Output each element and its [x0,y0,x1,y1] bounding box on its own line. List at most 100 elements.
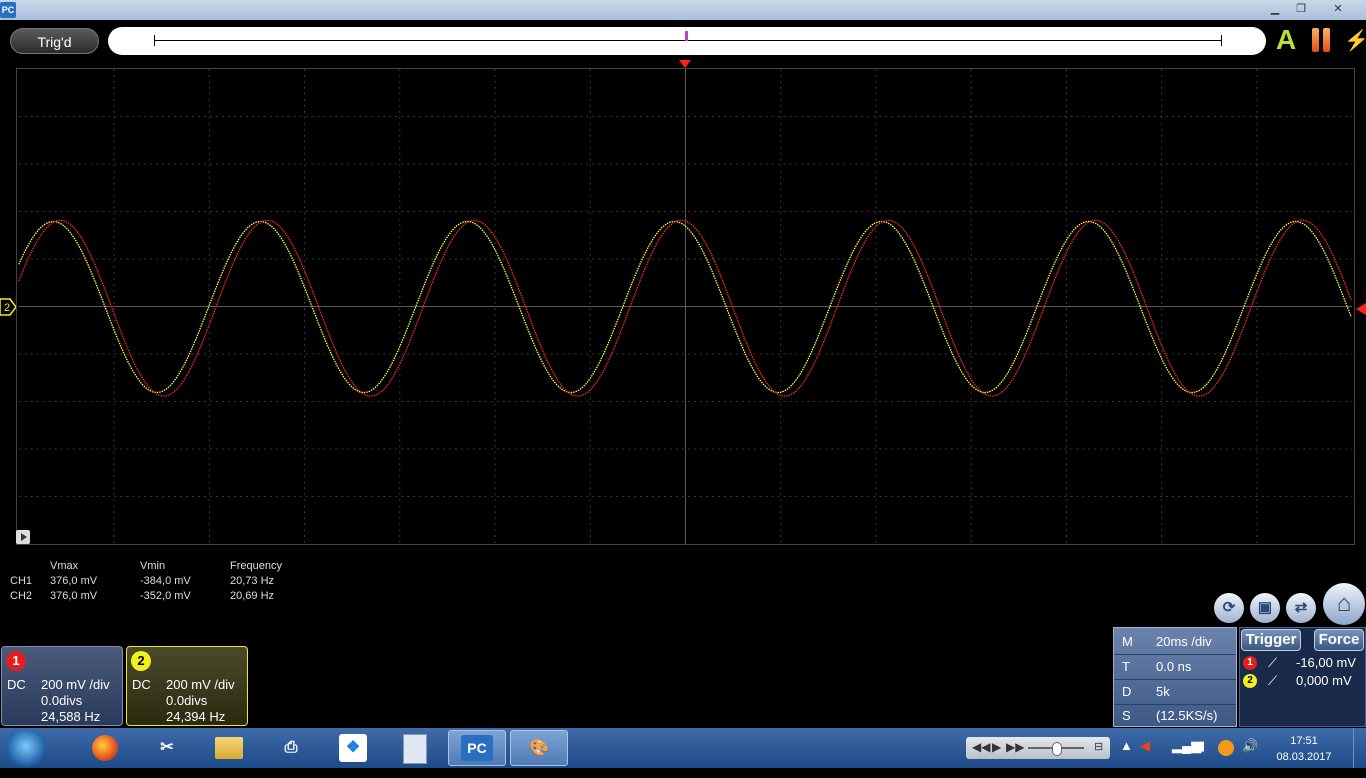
trigger-ch1-level: -16,00 mV [1296,655,1356,670]
table-row: CH2 376,0 mV -352,0 mV 20,69 Hz [10,590,320,605]
meas-vmax: 376,0 mV [50,590,98,602]
svg-text:2: 2 [4,302,10,314]
tray-expand-icon[interactable]: ▲ [1120,738,1133,753]
app-tray-icon[interactable] [1218,740,1234,756]
start-button[interactable] [6,729,46,767]
ch2-offset: 0.0divs [166,693,208,708]
trigger-ch2-badge: 2 [1243,674,1257,688]
timebase-t-row[interactable]: T 0.0 ns [1114,655,1236,680]
trigger-ch1-badge: 1 [1243,656,1257,670]
rising-edge-icon: ⟋ [1268,673,1278,688]
meas-header-vmax: Vmax [50,560,79,572]
network-icon[interactable]: ▂▄▆ [1172,738,1201,754]
refresh-icon[interactable]: ⟳ [1214,593,1244,623]
meas-vmax: 376,0 mV [50,575,98,587]
minimize-button[interactable]: ▁ [1262,1,1288,17]
rewind-icon[interactable]: ◀◀ [972,740,990,754]
timebase-m-value: 20ms /div [1156,634,1212,649]
trigger-position-marker[interactable] [679,60,691,68]
timeline-track [154,40,1222,41]
volume-icon[interactable]: 🔊 [1242,738,1258,754]
battery-icon[interactable]: ▮ [1198,738,1205,754]
play-icon[interactable]: ▶ [992,740,1001,754]
trigger-row-ch1[interactable]: 1 ⟋ -16,00 mV [1242,655,1364,673]
ch2-settings-box[interactable]: 2 DC 200 mV /div 0.0divs 24,394 Hz [126,646,248,726]
timebase-s-value: (12.5KS/s) [1156,708,1218,723]
play-icon [21,533,27,541]
auto-button[interactable]: A [1276,26,1296,54]
media-controls[interactable]: ◀◀ ▶ ▶▶ ⊟ [966,737,1110,759]
pause-icon-bar [1323,28,1330,52]
expand-icon[interactable]: ⊟ [1094,740,1103,753]
ch1-settings-box[interactable]: 1 DC 200 mV /div 0.0divs 24,588 Hz [1,646,123,726]
force-button[interactable]: Force [1314,629,1364,651]
timeline-start-cap [154,35,155,46]
meas-frequency: 20,73 Hz [230,575,275,587]
scope-grid [18,69,1353,544]
meas-channel: CH1 [10,575,33,587]
ch2-coupling: DC [132,677,151,692]
timebase-d-row[interactable]: D 5k [1114,680,1236,705]
pause-icon [1312,28,1319,52]
timebase-m-row[interactable]: M 20ms /div [1114,630,1236,655]
file-explorer-icon[interactable] [200,730,258,766]
timeline-position-marker[interactable] [685,31,688,41]
trigger-row-ch2[interactable]: 2 ⟋ 0,000 mV [1242,673,1364,691]
ch2-scale: 200 mV /div [166,677,235,692]
meas-channel: CH2 [10,590,33,602]
firefox-icon[interactable] [76,730,134,766]
calculator-icon[interactable] [386,730,444,766]
meas-header-vmin: Vmin [140,560,166,572]
ch2-offset-marker[interactable]: 2 [0,298,16,316]
timebase-t-label: T [1122,659,1130,674]
volume-slider-thumb[interactable] [1052,742,1062,756]
pause-button[interactable] [1310,28,1332,52]
meas-header-frequency: Frequency [230,560,282,572]
trigger-level-marker[interactable] [1356,303,1366,315]
timeline-end-cap [1221,35,1222,46]
table-row: CH1 376,0 mV -384,0 mV 20,73 Hz [10,575,320,590]
timebase-d-value: 5k [1156,684,1170,699]
measurements-table: Vmax Vmin Frequency CH1 376,0 mV -384,0 … [10,560,320,605]
save-icon[interactable]: ▣ [1250,593,1280,623]
timebase-panel[interactable]: M 20ms /div T 0.0 ns D 5k S (12.5KS/s) [1113,627,1237,727]
meas-vmin: -352,0 mV [140,590,191,602]
restore-button[interactable]: ❐ [1288,1,1314,17]
title-bar [0,0,1366,20]
lightning-icon[interactable]: ⚡ [1344,28,1366,53]
paint-icon[interactable]: 🎨 [510,730,568,766]
taskbar-app-pc[interactable]: PC [448,730,506,766]
play-small-button[interactable] [16,530,30,544]
meas-vmin: -384,0 mV [140,575,191,587]
clock-date: 08.03.2017 [1276,751,1332,763]
display-settings-icon[interactable]: ⇄ [1286,593,1316,623]
home-icon[interactable]: ⌂ [1323,583,1365,625]
rising-edge-icon: ⟋ [1268,655,1278,670]
forward-icon[interactable]: ▶▶ [1006,740,1024,754]
ch2-frequency: 24,394 Hz [166,709,226,724]
timebase-d-label: D [1122,684,1132,699]
clock[interactable]: 17:51 08.03.2017 [1262,733,1346,765]
dropbox-icon[interactable]: ❖ [324,730,382,766]
printer-icon[interactable]: ⎙ [262,730,320,766]
close-button[interactable]: ✕ [1314,1,1362,17]
scope-screen[interactable] [16,68,1355,545]
trigger-ch2-level: 0,000 mV [1296,673,1352,688]
app-icon[interactable]: PC [0,2,16,18]
meas-frequency: 20,69 Hz [230,590,275,602]
clock-time: 17:51 [1290,735,1318,747]
trigger-status: Trig'd [10,28,99,54]
timebase-s-row[interactable]: S (12.5KS/s) [1114,704,1236,728]
show-desktop-button[interactable] [1353,728,1366,768]
ch1-scale: 200 mV /div [41,677,110,692]
timebase-m-label: M [1122,634,1133,649]
ch2-number-badge: 2 [131,651,151,671]
ch1-number-badge: 1 [6,651,26,671]
speaker-muted-icon[interactable]: ◀ [1140,738,1150,754]
paint-tool-icon[interactable]: ✂ [138,730,196,766]
ch1-offset: 0.0divs [41,693,83,708]
trigger-button[interactable]: Trigger [1241,629,1301,651]
ch1-coupling: DC [7,677,26,692]
timebase-s-label: S [1122,708,1131,723]
ch1-frequency: 24,588 Hz [41,709,101,724]
